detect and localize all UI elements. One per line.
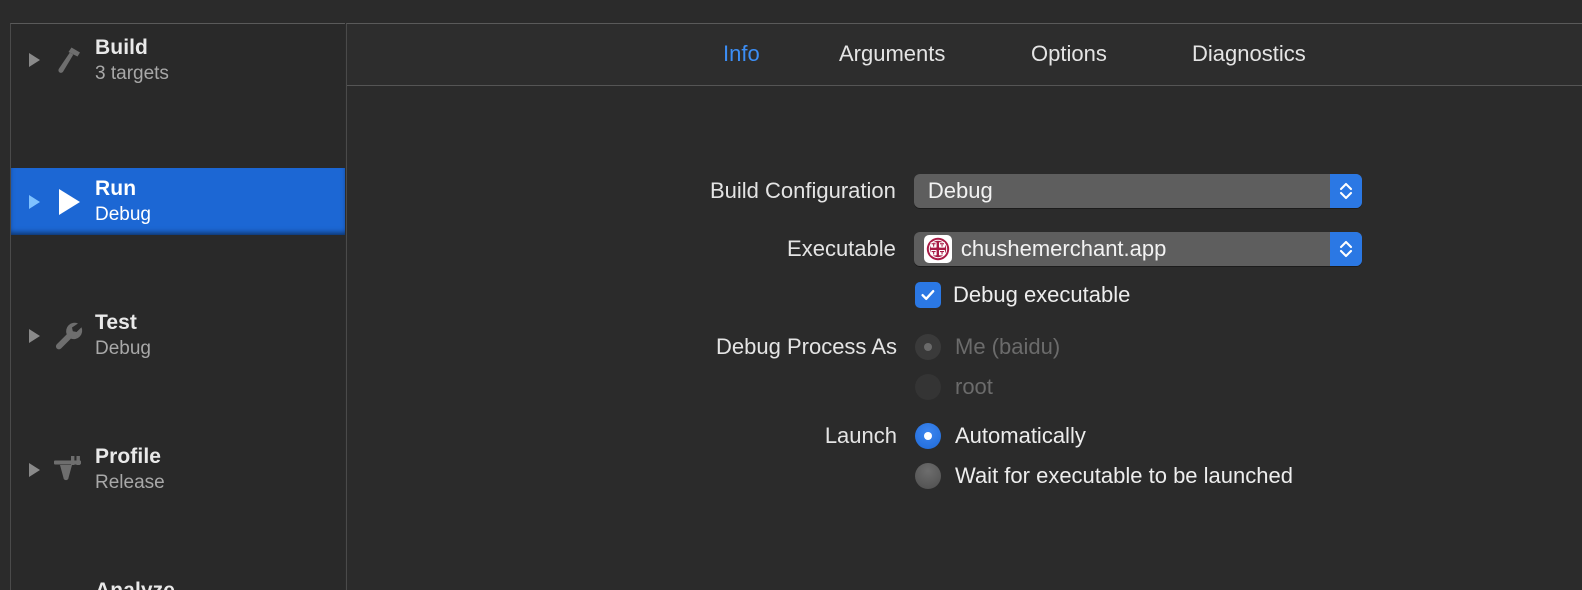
sidebar-item-title: Build: [95, 35, 148, 59]
chevron-updown-icon[interactable]: [1330, 232, 1362, 266]
chevron-updown-icon[interactable]: [1330, 174, 1362, 208]
wrench-icon: [45, 319, 91, 353]
sidebar-item-subtitle: Debug: [95, 204, 151, 225]
sidebar-item-text-test: Test Debug: [91, 310, 151, 361]
app-icon: [923, 235, 952, 263]
tab-options[interactable]: Options: [1031, 41, 1107, 67]
sidebar-item-text-run: Run Debug: [91, 176, 151, 227]
sidebar-item-test[interactable]: Test Debug: [11, 302, 345, 369]
debug-process-as-label: Debug Process As: [716, 334, 897, 359]
tab-bar: Info Arguments Options Diagnostics: [347, 24, 1582, 86]
field-debug-executable[interactable]: Debug executable: [915, 282, 1130, 308]
scheme-detail-pane: Info Arguments Options Diagnostics Build…: [346, 23, 1582, 590]
launch-option-automatically-label: Automatically: [955, 423, 1086, 448]
tab-arguments[interactable]: Arguments: [839, 41, 945, 67]
build-configuration-label: Build Configuration: [709, 178, 896, 203]
sidebar-item-title: Profile: [95, 445, 162, 468]
disclosure-triangle-build[interactable]: [23, 53, 45, 67]
executable-popup[interactable]: chushemerchant.app: [913, 232, 1362, 266]
disclosure-triangle-run[interactable]: [23, 194, 45, 209]
caliper-icon: [45, 453, 91, 487]
sidebar-item-title: Test: [95, 311, 138, 334]
field-launch: Launch Automatically: [347, 423, 1086, 449]
sidebar-item-title: Run: [95, 177, 137, 200]
analyze-icon: [45, 587, 91, 590]
hammer-icon: [45, 43, 91, 77]
launch-option-wait-label: Wait for executable to be launched: [955, 463, 1293, 488]
field-executable: Executable chushemerchant.app: [347, 232, 1362, 266]
field-debug-process-as-root: root: [915, 374, 993, 400]
sidebar-item-subtitle: Release: [95, 472, 165, 493]
debug-process-as-radio-root[interactable]: [915, 374, 941, 400]
debug-executable-checkbox[interactable]: [915, 282, 941, 308]
disclosure-triangle-profile[interactable]: [23, 462, 45, 477]
tab-diagnostics[interactable]: Diagnostics: [1192, 41, 1306, 67]
build-configuration-popup[interactable]: Debug: [913, 174, 1362, 208]
executable-value: chushemerchant.app: [960, 236, 1167, 261]
field-debug-process-as: Debug Process As Me (baidu): [347, 334, 1060, 360]
sidebar-item-subtitle: Debug: [95, 338, 151, 359]
launch-radio-wait[interactable]: [915, 463, 941, 489]
launch-label: Launch: [824, 423, 897, 448]
sidebar-item-profile[interactable]: Profile Release: [11, 436, 345, 503]
sidebar-item-analyze[interactable]: Analyze Debug: [11, 570, 345, 590]
sidebar-item-run[interactable]: Run Debug: [11, 168, 345, 235]
debug-process-as-option-me-label: Me (baidu): [955, 334, 1061, 359]
disclosure-triangle-test[interactable]: [23, 328, 45, 343]
tab-info[interactable]: Info: [723, 41, 760, 67]
executable-label: Executable: [787, 236, 896, 261]
debug-process-as-radio-me[interactable]: [915, 334, 941, 360]
field-launch-wait: Wait for executable to be launched: [915, 463, 1293, 489]
sidebar-item-title: Analyze: [95, 578, 175, 590]
sidebar-item-text-profile: Profile Release: [91, 444, 165, 495]
sidebar-item-text-build: Build 3 targets: [91, 35, 169, 86]
build-configuration-value: Debug: [927, 178, 993, 203]
scheme-action-sidebar: Build 3 targets Run Debug Test Debug Pro…: [10, 23, 345, 590]
info-form: Build Configuration Debug Executable chu…: [347, 86, 1582, 590]
sidebar-item-build[interactable]: Build 3 targets: [11, 24, 345, 96]
field-build-configuration: Build Configuration Debug: [347, 174, 1362, 208]
sidebar-item-subtitle: 3 targets: [95, 62, 169, 84]
sidebar-item-text-analyze: Analyze Debug: [91, 578, 175, 590]
launch-radio-automatically[interactable]: [915, 423, 941, 449]
scheme-editor-window: Build 3 targets Run Debug Test Debug Pro…: [0, 0, 1582, 590]
debug-process-as-option-root-label: root: [955, 374, 993, 399]
debug-executable-label: Debug executable: [953, 282, 1131, 307]
play-icon: [45, 185, 91, 219]
